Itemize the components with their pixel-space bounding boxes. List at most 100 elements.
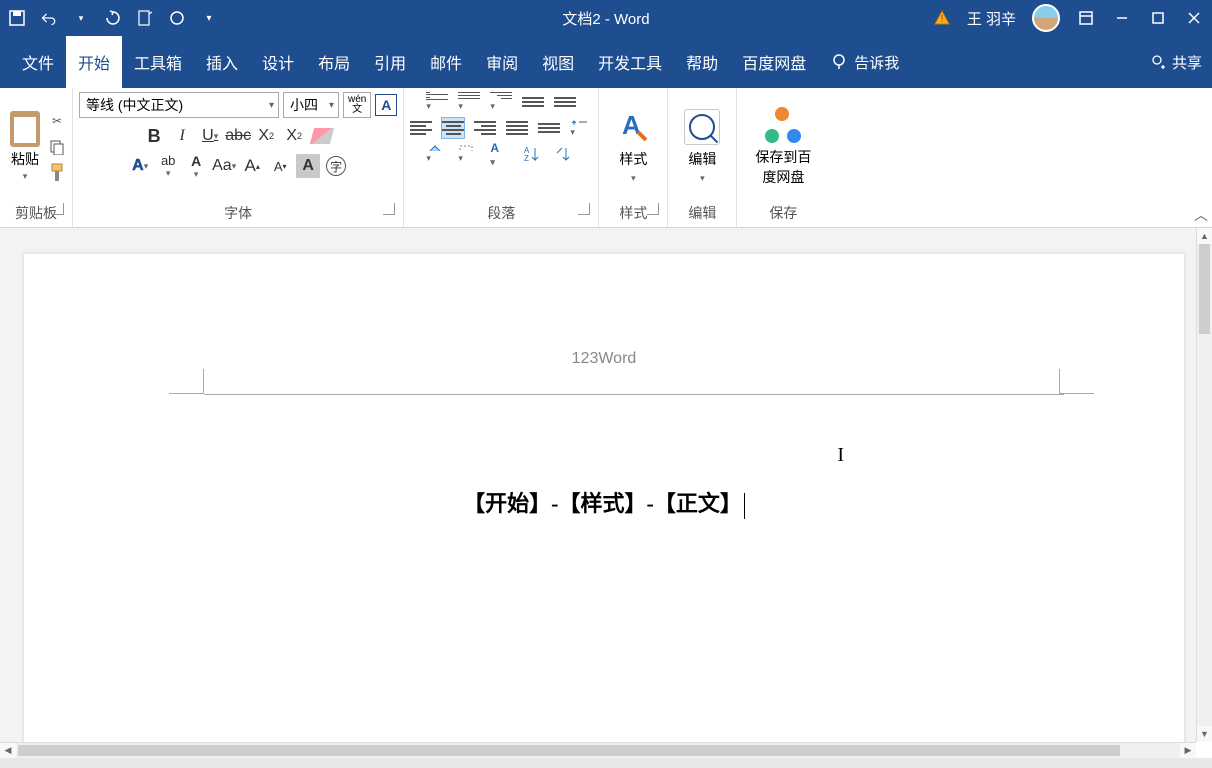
align-right-button[interactable] (474, 118, 496, 138)
styles-button[interactable]: A 样式 ▾ (605, 105, 661, 188)
minimize-icon[interactable] (1112, 8, 1132, 28)
bold-button[interactable]: B (142, 124, 166, 148)
align-left-button[interactable] (410, 118, 432, 138)
page[interactable]: 123Word I 【开始】-【样式】-【正文】 (24, 254, 1184, 742)
redo-icon[interactable] (104, 9, 122, 27)
change-case-button[interactable]: Aa (212, 154, 236, 178)
paste-dropdown-icon[interactable]: ▾ (23, 171, 28, 182)
clipboard-launcher-icon[interactable] (52, 203, 64, 215)
group-edit-label: 编辑 (674, 201, 730, 225)
group-save-label: 保存 (743, 201, 823, 225)
tab-developer[interactable]: 开发工具 (586, 36, 674, 88)
scroll-right-icon[interactable]: ▶ (1180, 743, 1196, 758)
highlight-button[interactable]: ab (156, 154, 180, 178)
header-margin-right (1059, 369, 1094, 394)
enclose-character-button[interactable]: 字 (324, 154, 348, 178)
distribute-button[interactable] (538, 118, 560, 138)
document-area: 123Word I 【开始】-【样式】-【正文】 (0, 228, 1196, 742)
undo-icon[interactable] (40, 9, 58, 27)
font-color-button[interactable]: A (184, 154, 208, 178)
italic-button[interactable]: I (170, 124, 194, 148)
document-icon[interactable] (136, 9, 154, 27)
shading-button[interactable] (426, 144, 448, 164)
character-border-icon[interactable]: A (375, 94, 397, 116)
tab-file[interactable]: 文件 (10, 36, 66, 88)
bullets-button[interactable] (426, 92, 448, 112)
svg-text:!: ! (940, 14, 943, 25)
superscript-button[interactable]: X2 (282, 124, 306, 148)
tab-toolbox[interactable]: 工具箱 (122, 36, 194, 88)
clear-format-button[interactable] (310, 124, 334, 148)
tab-view[interactable]: 视图 (530, 36, 586, 88)
tell-me[interactable]: 告诉我 (830, 52, 899, 73)
share-button[interactable]: 共享 (1150, 52, 1202, 73)
scroll-left-icon[interactable]: ◀ (0, 743, 16, 758)
font-launcher-icon[interactable] (383, 203, 395, 215)
tab-baidu[interactable]: 百度网盘 (730, 36, 818, 88)
save-baidu-button[interactable]: 保存到百度网盘 (743, 103, 823, 191)
format-painter-icon[interactable] (48, 164, 66, 182)
tab-layout[interactable]: 布局 (306, 36, 362, 88)
collapse-ribbon-icon[interactable]: ︿ (1194, 205, 1208, 225)
status-bar (0, 758, 1212, 768)
ribbon-tabs: 文件 开始 工具箱 插入 设计 布局 引用 邮件 审阅 视图 开发工具 帮助 百… (0, 36, 1212, 88)
tab-insert[interactable]: 插入 (194, 36, 250, 88)
ribbon-mode-icon[interactable] (1076, 8, 1096, 28)
save-icon[interactable] (8, 9, 26, 27)
ribbon: 粘贴 ▾ ✂ 剪贴板 等线 (中文正文) 小四 wén文 A B I U (0, 88, 1212, 228)
edit-button[interactable]: 编辑 ▾ (674, 105, 730, 188)
warning-icon[interactable]: ! (933, 9, 951, 27)
tab-home[interactable]: 开始 (66, 36, 122, 88)
circle-icon[interactable] (168, 9, 186, 27)
character-shading-button[interactable]: A (296, 154, 320, 178)
strikethrough-button[interactable]: abc (226, 124, 250, 148)
underline-button[interactable]: U (198, 124, 222, 148)
sort-button[interactable]: AZ (522, 144, 544, 164)
copy-icon[interactable] (48, 138, 66, 156)
undo-dropdown-icon[interactable]: ▾ (72, 9, 90, 27)
tab-design[interactable]: 设计 (250, 36, 306, 88)
font-size-combo[interactable]: 小四 (283, 92, 339, 118)
tab-references[interactable]: 引用 (362, 36, 418, 88)
user-avatar[interactable] (1032, 4, 1060, 32)
show-marks-button[interactable] (554, 144, 576, 164)
justify-button[interactable] (506, 118, 528, 138)
numbering-button[interactable] (458, 92, 480, 112)
scroll-down-icon[interactable]: ▼ (1197, 726, 1212, 742)
shrink-font-button[interactable]: A▾ (268, 154, 292, 178)
group-font: 等线 (中文正文) 小四 wén文 A B I U abc X2 X2 A ab… (73, 88, 404, 227)
user-name[interactable]: 王 羽辛 (967, 8, 1016, 29)
group-styles: A 样式 ▾ 样式 (599, 88, 668, 227)
cut-icon[interactable]: ✂ (48, 112, 66, 130)
paragraph-launcher-icon[interactable] (578, 203, 590, 215)
tab-review[interactable]: 审阅 (474, 36, 530, 88)
tab-help[interactable]: 帮助 (674, 36, 730, 88)
horizontal-scroll-thumb[interactable] (18, 745, 1120, 756)
subscript-button[interactable]: X2 (254, 124, 278, 148)
close-icon[interactable] (1184, 8, 1204, 28)
increase-indent-button[interactable] (554, 92, 576, 112)
scroll-up-icon[interactable]: ▲ (1197, 228, 1212, 244)
multilevel-list-button[interactable] (490, 92, 512, 112)
text-direction-button[interactable]: A (490, 144, 512, 164)
share-icon (1150, 53, 1168, 71)
paste-label: 粘贴 (11, 149, 39, 169)
grow-font-button[interactable]: A▴ (240, 154, 264, 178)
paste-button[interactable]: 粘贴 ▾ (6, 109, 44, 184)
phonetic-guide-icon[interactable]: wén文 (343, 92, 371, 118)
decrease-indent-button[interactable] (522, 92, 544, 112)
horizontal-scrollbar[interactable]: ◀ ▶ (0, 742, 1196, 758)
maximize-icon[interactable] (1148, 8, 1168, 28)
qat-more-icon[interactable]: ▾ (200, 9, 218, 27)
align-center-button[interactable] (442, 118, 464, 138)
text-effects-button[interactable]: A (128, 154, 152, 178)
borders-button[interactable] (458, 144, 480, 164)
vertical-scrollbar[interactable]: ▲ ▼ (1196, 228, 1212, 742)
styles-dropdown-icon: ▾ (631, 173, 636, 184)
share-label: 共享 (1172, 52, 1202, 73)
tab-mail[interactable]: 邮件 (418, 36, 474, 88)
font-name-combo[interactable]: 等线 (中文正文) (79, 92, 279, 118)
styles-launcher-icon[interactable] (647, 203, 659, 215)
line-spacing-button[interactable] (570, 118, 592, 138)
vertical-scroll-thumb[interactable] (1199, 244, 1210, 334)
